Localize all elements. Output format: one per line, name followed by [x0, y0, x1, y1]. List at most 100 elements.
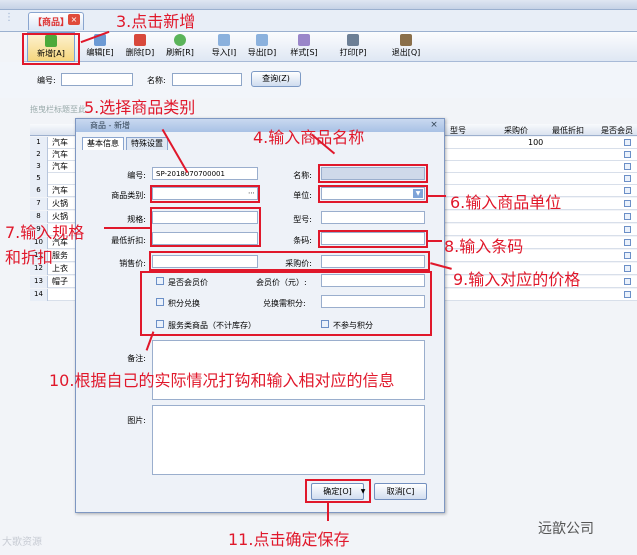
exit-button[interactable]: 退出[Q] — [386, 32, 426, 62]
print-icon — [347, 34, 359, 46]
row-member-checkbox[interactable] — [624, 187, 631, 194]
import-button[interactable]: 导入[I] — [206, 32, 242, 62]
barcode-label: 条码: — [293, 236, 312, 245]
row-member-checkbox[interactable] — [624, 239, 631, 246]
annotation-8: 8.输入条码 — [444, 237, 524, 256]
highlight-unit — [318, 185, 428, 203]
watermark-right: 远歆公司 — [538, 521, 594, 537]
row-member-checkbox[interactable] — [624, 265, 631, 272]
export-icon — [256, 34, 268, 46]
spec-label: 规格: — [127, 215, 146, 224]
export-button[interactable]: 导出[D] — [244, 32, 280, 62]
tab-close-icon[interactable]: × — [68, 14, 80, 25]
row-name: 汽车 — [52, 138, 68, 147]
highlight-barcode — [318, 230, 428, 248]
remark-label: 备注: — [127, 354, 146, 363]
row-number: 7 — [30, 198, 48, 210]
name-field-label: 名称: — [293, 171, 312, 180]
col-model[interactable]: 型号 — [450, 125, 466, 136]
import-label: 导入[I] — [211, 48, 237, 57]
highlight-name — [318, 164, 428, 183]
cancel-button[interactable]: 取消[C] — [374, 483, 427, 500]
menu-bar — [0, 0, 637, 10]
delete-label: 删除[D] — [125, 48, 155, 57]
panel-grip[interactable]: ⋮ — [4, 12, 18, 32]
row-number: 6 — [30, 185, 48, 197]
sale-price-label: 销售价: — [119, 259, 146, 268]
refresh-label: 刷新[R] — [166, 48, 194, 57]
code-field[interactable]: SP-2018070700001 — [152, 167, 258, 180]
highlight-spec — [150, 207, 261, 247]
annotation-6: 6.输入商品单位 — [450, 193, 562, 212]
code-label: 编号: — [37, 76, 56, 85]
model-field[interactable] — [321, 211, 425, 224]
tab-goods-label: 【商品】 — [33, 18, 70, 28]
annotation-4: 4.输入商品名称 — [253, 128, 365, 147]
arrow-6 — [428, 195, 446, 197]
code-field-label: 编号: — [127, 171, 146, 180]
style-icon — [298, 34, 310, 46]
row-number: 14 — [30, 289, 48, 301]
name-label: 名称: — [147, 76, 166, 85]
row-number: 1 — [30, 137, 48, 149]
row-name: 汽车 — [52, 186, 68, 195]
picture-label: 图片: — [127, 416, 146, 425]
exit-label: 退出[Q] — [391, 48, 421, 57]
style-button[interactable]: 样式[S] — [284, 32, 324, 62]
picture-box[interactable] — [152, 405, 425, 475]
row-name: 汽车 — [52, 162, 68, 171]
row-member-checkbox[interactable] — [624, 163, 631, 170]
close-icon[interactable]: × — [428, 120, 440, 130]
row-member-checkbox[interactable] — [624, 139, 631, 146]
refresh-icon — [174, 34, 186, 46]
query-label: 查询(Z) — [262, 74, 290, 83]
min-discount-label: 最低折扣: — [111, 236, 146, 245]
row-member-checkbox[interactable] — [624, 151, 631, 158]
tab-strip — [0, 10, 637, 32]
annotation-7a: 7.输入规格 — [5, 223, 85, 242]
row-member-checkbox[interactable] — [624, 278, 631, 285]
row-purchase-price: 100 — [528, 138, 544, 147]
row-number: 3 — [30, 161, 48, 173]
refresh-button[interactable]: 刷新[R] — [160, 32, 200, 62]
print-label: 打印[P] — [339, 48, 367, 57]
edit-button[interactable]: 编辑[E] — [80, 32, 120, 62]
row-name: 服务 — [52, 251, 68, 260]
toolbar: 新增[A] 编辑[E] 删除[D] 刷新[R] 导入[I] 导出[D] 样式[S… — [22, 32, 637, 62]
annotation-9: 9.输入对应的价格 — [453, 270, 581, 289]
query-button[interactable]: 查询(Z) — [251, 71, 301, 87]
col-min-discount[interactable]: 最低折扣 — [552, 125, 584, 136]
annotation-10: 10.根据自己的实际情况打钩和输入相对应的信息 — [49, 371, 395, 390]
model-label: 型号: — [293, 215, 312, 224]
print-button[interactable]: 打印[P] — [332, 32, 374, 62]
col-purchase-price[interactable]: 采购价 — [504, 125, 528, 136]
delete-button[interactable]: 删除[D] — [120, 32, 160, 62]
arrow-11 — [327, 501, 329, 521]
highlight-category — [150, 185, 260, 203]
row-member-checkbox[interactable] — [624, 252, 631, 259]
tab-basic-info[interactable]: 基本信息 — [82, 137, 124, 150]
row-member-checkbox[interactable] — [624, 291, 631, 298]
watermark-left: 大歌资源 — [2, 537, 42, 548]
tab-special-settings[interactable]: 特殊设置 — [126, 137, 168, 150]
highlight-prices — [149, 251, 430, 271]
row-member-checkbox[interactable] — [624, 213, 631, 220]
col-is-member[interactable]: 是否会员 — [601, 125, 633, 136]
exit-icon — [400, 34, 412, 46]
name-search-input[interactable] — [172, 73, 242, 86]
row-name: 火锅 — [52, 199, 68, 208]
annotation-5: 5.选择商品类别 — [84, 98, 196, 117]
code-search-input[interactable] — [61, 73, 133, 86]
row-member-checkbox[interactable] — [624, 226, 631, 233]
row-member-checkbox[interactable] — [624, 175, 631, 182]
arrow-8 — [428, 240, 442, 242]
arrow-7 — [104, 227, 150, 229]
row-member-checkbox[interactable] — [624, 200, 631, 207]
highlight-confirm — [305, 479, 371, 503]
unit-label: 单位: — [293, 191, 312, 200]
annotation-7b: 和折扣 — [5, 248, 54, 267]
edit-label: 编辑[E] — [86, 48, 114, 57]
delete-icon — [134, 34, 146, 46]
row-name: 帽子 — [52, 277, 68, 286]
import-icon — [218, 34, 230, 46]
